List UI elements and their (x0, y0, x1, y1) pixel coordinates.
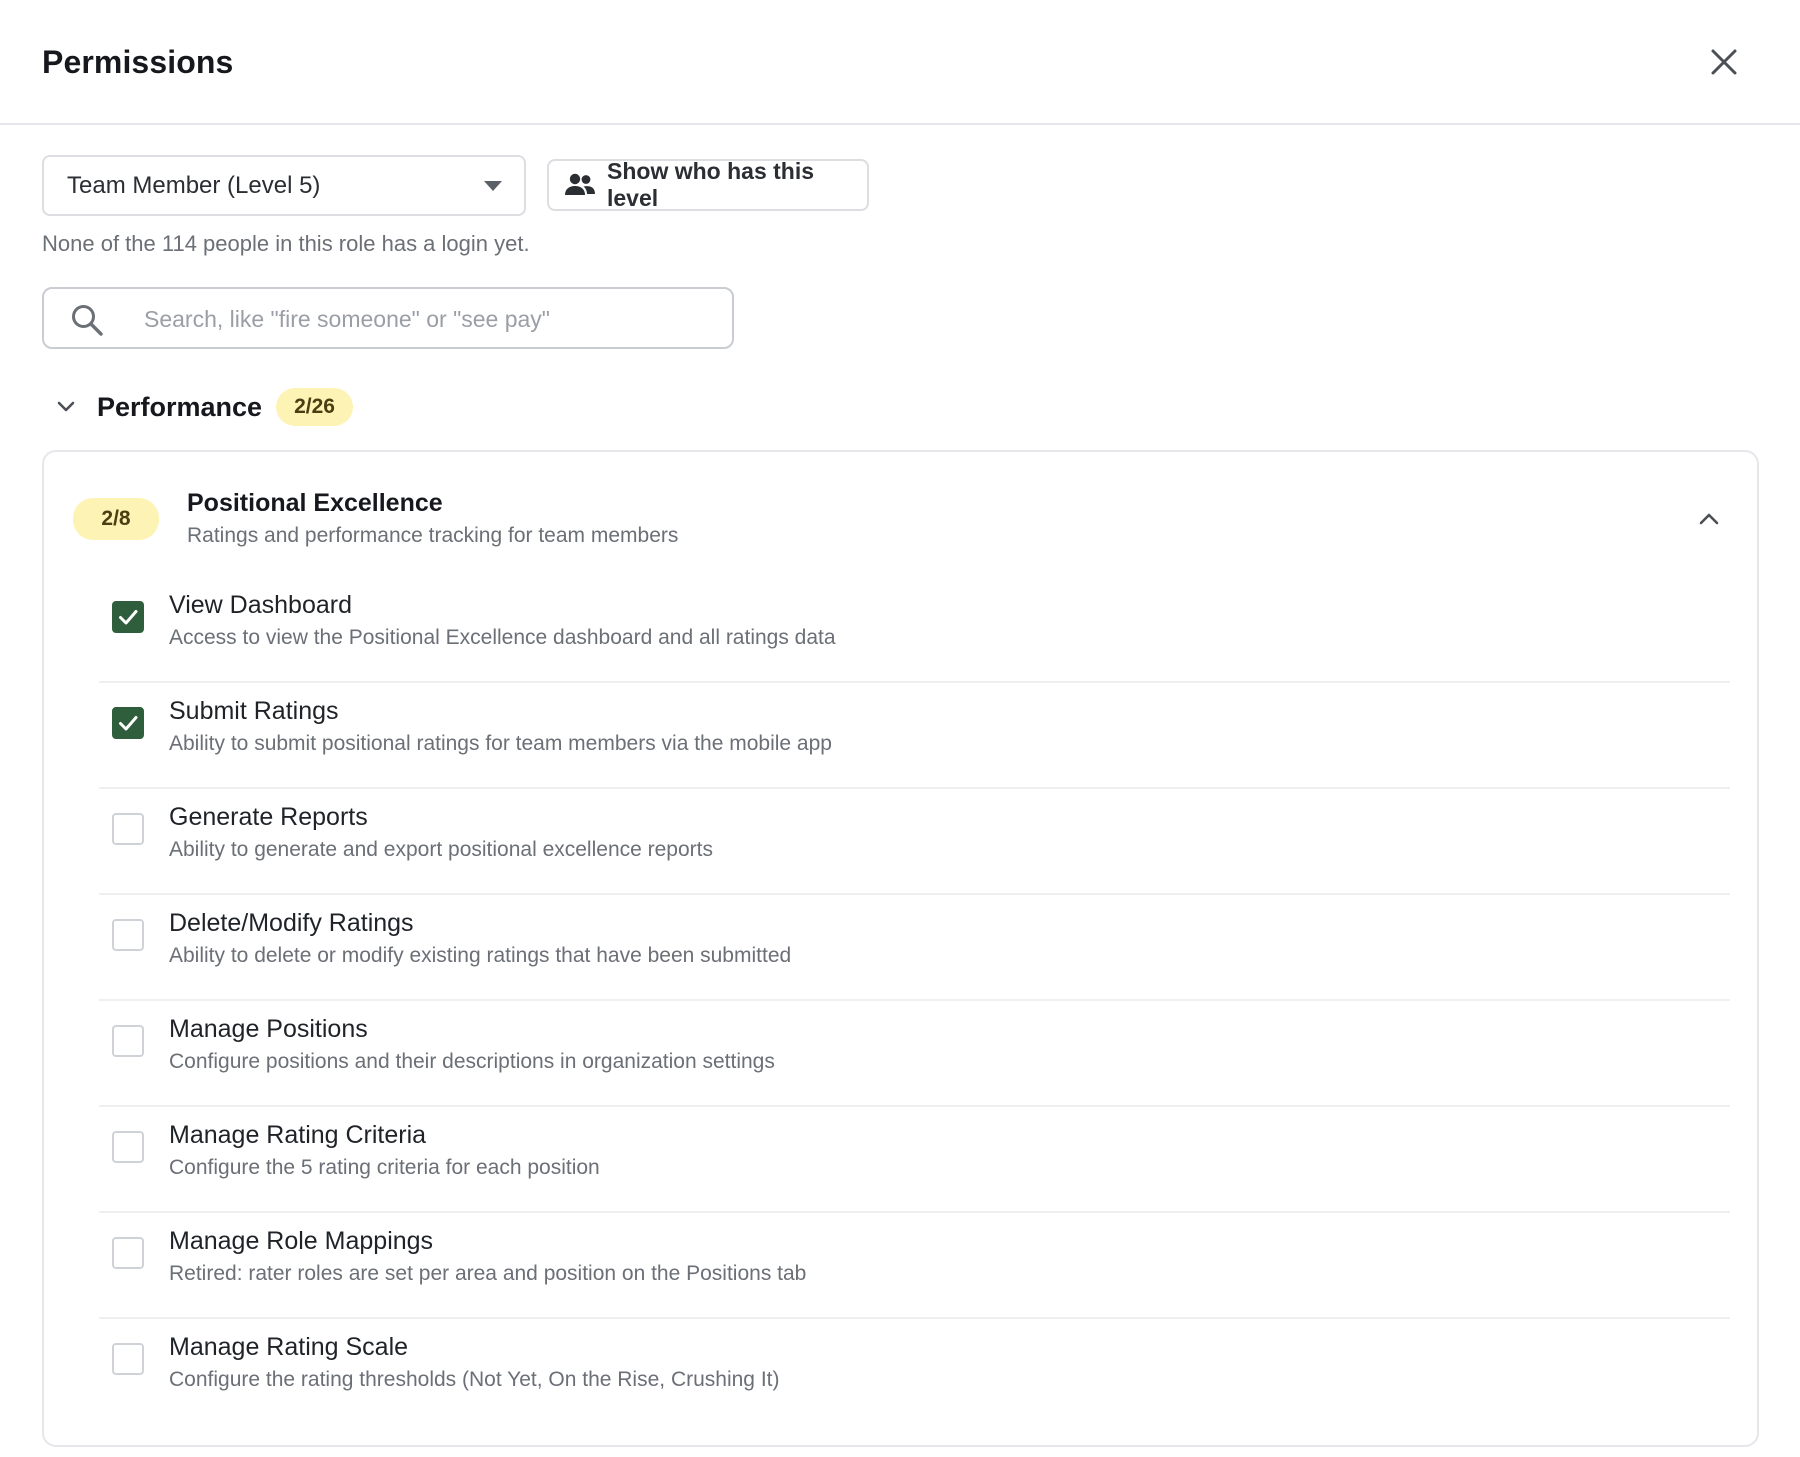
permission-description: Access to view the Positional Excellence… (169, 626, 836, 649)
permission-description: Retired: rater roles are set per area an… (169, 1262, 807, 1285)
permission-name: Manage Role Mappings (169, 1227, 434, 1255)
permission-name: Delete/Modify Ratings (169, 909, 414, 937)
checkmark-icon (119, 716, 138, 731)
close-icon (1711, 49, 1737, 75)
permission-checkbox[interactable] (112, 1343, 144, 1375)
permission-name: Manage Rating Scale (169, 1333, 409, 1361)
permission-group-card: 2/8 Positional Excellence Ratings and pe… (42, 450, 1759, 1447)
permission-checkbox[interactable] (112, 813, 144, 845)
dialog-title: Permissions (42, 44, 234, 80)
chevron-down-icon (57, 401, 75, 412)
section-toggle-performance[interactable]: Performance 2/26 (50, 385, 353, 429)
group-header[interactable]: 2/8 Positional Excellence Ratings and pe… (44, 452, 1757, 562)
permission-row[interactable]: Manage Rating Criteria Configure the 5 ra… (99, 1107, 1730, 1213)
group-description: Ratings and performance tracking for tea… (187, 524, 679, 547)
permission-description: Ability to delete or modify existing rat… (169, 944, 792, 967)
checkmark-icon (119, 610, 138, 625)
permission-name: Generate Reports (169, 803, 368, 831)
permission-name: Submit Ratings (169, 697, 339, 725)
caret-down-icon (484, 181, 502, 191)
permission-name: Manage Rating Criteria (169, 1121, 427, 1149)
close-button[interactable] (1704, 42, 1744, 82)
permission-description: Ability to submit positional ratings for… (169, 732, 832, 755)
permission-description: Configure positions and their descriptio… (169, 1050, 775, 1073)
permission-row[interactable]: Generate Reports Ability to generate and … (99, 789, 1730, 895)
permission-name: Manage Positions (169, 1015, 368, 1043)
permission-description: Configure the rating thresholds (Not Yet… (169, 1368, 780, 1391)
group-title: Positional Excellence (187, 489, 443, 517)
permission-description: Ability to generate and export positiona… (169, 838, 713, 861)
permission-row[interactable]: Manage Positions Configure positions and … (99, 1001, 1730, 1107)
permission-row[interactable]: Manage Role Mappings Retired: rater roles… (99, 1213, 1730, 1319)
permission-row[interactable]: Delete/Modify Ratings Ability to delete o… (99, 895, 1730, 1001)
dialog-header: Permissions (0, 0, 1800, 125)
permission-checkbox[interactable] (112, 707, 144, 739)
role-level-value: Team Member (Level 5) (67, 171, 321, 199)
role-login-note: None of the 114 people in this role has … (42, 231, 530, 256)
role-level-select[interactable]: Team Member (Level 5) (42, 155, 526, 216)
permission-checkbox[interactable] (112, 601, 144, 633)
permission-row[interactable]: View Dashboard Access to view the Positio… (99, 577, 1730, 683)
section-count-badge: 2/26 (276, 388, 353, 426)
permission-checkbox[interactable] (112, 1131, 144, 1163)
permission-name: View Dashboard (169, 591, 352, 619)
permission-row[interactable]: Submit Ratings Ability to submit position… (99, 683, 1730, 789)
permission-row[interactable]: Manage Rating Scale Configure the rating … (99, 1319, 1730, 1425)
show-who-has-level-button[interactable]: Show who has this level (547, 158, 869, 211)
section-title: Performance (97, 391, 263, 422)
permission-checkbox[interactable] (112, 1237, 144, 1269)
show-who-has-level-label: Show who has this level (607, 158, 815, 211)
group-count-badge: 2/8 (73, 498, 159, 540)
search-icon (72, 305, 103, 336)
permission-description: Configure the 5 rating criteria for each… (169, 1156, 600, 1179)
people-icon (563, 168, 597, 202)
chevron-up-icon[interactable] (1692, 502, 1726, 536)
permission-search (42, 287, 734, 349)
permission-checkbox[interactable] (112, 1025, 144, 1057)
permission-checkbox[interactable] (112, 919, 144, 951)
search-input[interactable] (144, 299, 704, 339)
